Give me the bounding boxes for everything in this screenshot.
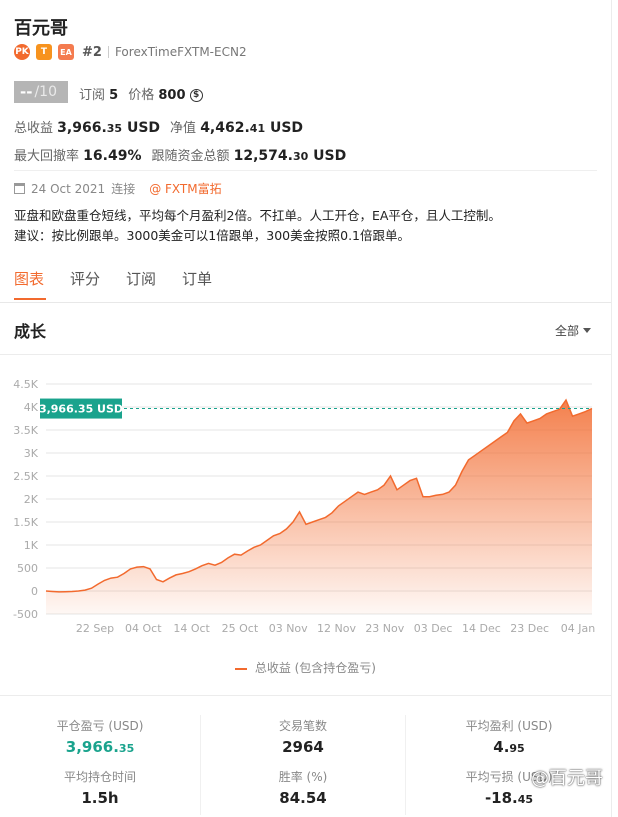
score-value: -- (20, 83, 33, 101)
score-denominator: /10 (34, 84, 57, 100)
connection-row: 24 Oct 2021 连接 @ FXTM富拓 (14, 180, 222, 197)
follow-funds-label: 跟随资金总额 (151, 149, 230, 164)
caret-down-icon (583, 328, 591, 333)
section-title: 成长 (14, 322, 47, 341)
watermark: @百元哥 (531, 768, 603, 789)
x-tick-label: 03 Dec (414, 622, 453, 635)
x-tick-label: 12 Nov (317, 622, 356, 635)
calendar-icon (14, 183, 25, 194)
subscription-price-row: 订阅 5 价格 800 $ (79, 84, 203, 103)
signal-title: 百元哥 (14, 18, 68, 39)
y-tick-label: 3K (24, 447, 39, 460)
divider (14, 170, 597, 171)
x-tick-label: 14 Oct (173, 622, 210, 635)
profit-equity-row: 总收益 3,966.35 USD 净值 4,462.41 USD (14, 117, 303, 136)
x-tick-label: 04 Jan (561, 622, 595, 635)
signal-detail-page: 百元哥 PK T EA #2 ForexTimeFXTM-ECN2 -- /10… (0, 0, 612, 817)
description-line: 亚盘和欧盘重仓短线，平均每个月盈利2倍。不扛单。人工开仓，EA平仓，且人工控制。 (14, 208, 501, 223)
equity-label: 净值 (170, 121, 197, 136)
connection-date: 24 Oct 2021 (31, 181, 106, 196)
series-area (46, 400, 592, 614)
drawdown-funds-row: 最大回撤率 16.49% 跟随资金总额 12,574.30 USD (14, 145, 346, 164)
price-label: 价格 (128, 88, 155, 103)
price-value: 800 (158, 88, 186, 103)
x-tick-label: 04 Oct (125, 622, 162, 635)
connection-label: 连接 (111, 182, 136, 196)
max-drawdown-label: 最大回撤率 (14, 149, 80, 164)
stat-trade-count: 交易笔数 2964 (278, 719, 327, 756)
stat-win-rate: 胜率 (%) 84.54 (278, 770, 328, 807)
coin-icon: $ (189, 89, 203, 102)
stat-avg-holding-time: 平均持仓时间 1.5h (63, 770, 136, 807)
tab-subscribe[interactable]: 订阅 (126, 268, 156, 289)
tab-rating[interactable]: 评分 (70, 268, 100, 289)
y-tick-label: 3.5K (13, 424, 38, 437)
score-badge: -- /10 (14, 81, 68, 103)
stat-avg-profit: 平均盈利 (USD) 4.95 (465, 719, 553, 756)
divider (405, 715, 406, 815)
range-filter-value: 全部 (554, 324, 579, 338)
broker-link[interactable]: @ FXTM富拓 (149, 180, 221, 197)
y-tick-label: 1.5K (13, 516, 38, 529)
x-tick-label: 03 Nov (269, 622, 308, 635)
y-tick-label: 2.5K (13, 470, 38, 483)
max-drawdown-value: 16.49% (83, 148, 142, 164)
growth-chart: -500 0 500 1K 1.5K 2K 2.5K 3K 3.5K 4K 4.5K 22 Sep 04… (13, 378, 595, 635)
total-profit-label: 总收益 (14, 121, 54, 136)
x-tick-label: 23 Dec (510, 622, 549, 635)
pk-badge-icon: PK (14, 44, 30, 60)
x-tick-label: 23 Nov (365, 622, 404, 635)
y-tick-label: 4.5K (13, 378, 38, 391)
equity-value: 4,462.41 USD (200, 120, 304, 136)
divider (0, 302, 611, 303)
tab-orders[interactable]: 订单 (182, 268, 212, 289)
follow-funds-value: 12,574.30 USD (233, 148, 347, 164)
y-tick-label: 0 (31, 585, 38, 598)
y-tick-label: 500 (17, 562, 38, 575)
y-tick-label: 2K (24, 493, 39, 506)
description-line: 建议：按比例跟单。3000美金可以1倍跟单，300美金按照0.1倍跟单。 (14, 228, 411, 243)
active-tab-indicator (14, 298, 46, 300)
server-name: ForexTimeFXTM-ECN2 (114, 45, 247, 59)
badge-row: PK T EA #2 ForexTimeFXTM-ECN2 (14, 44, 247, 60)
stat-closed-pl: 平仓盈亏 (USD) 3,966.35 (56, 719, 144, 756)
signal-description: 亚盘和欧盘重仓短线，平均每个月盈利2倍。不扛单。人工开仓，EA平仓，且人工控制。… (14, 206, 594, 246)
ea-badge-icon: EA (58, 44, 74, 60)
y-tick-label: 1K (24, 539, 39, 552)
x-tick-label: 25 Oct (222, 622, 259, 635)
divider (107, 46, 109, 58)
divider (0, 354, 611, 355)
x-tick-label: 22 Sep (76, 622, 114, 635)
rank-label: #2 (82, 44, 102, 60)
divider (0, 695, 611, 696)
chart-legend[interactable]: 总收益 (包含持仓盈亏) (0, 659, 611, 676)
tab-bar: 图表 评分 订阅 订单 (14, 268, 212, 289)
current-value-label: 3,966.35 USD (39, 403, 123, 416)
y-tick-label: -500 (13, 608, 38, 621)
legend-label: 总收益 (包含持仓盈亏) (254, 661, 376, 675)
x-tick-label: 14 Dec (462, 622, 501, 635)
y-tick-label: 4K (24, 401, 39, 414)
subscriptions-count: 5 (109, 88, 119, 103)
tab-chart[interactable]: 图表 (14, 268, 44, 289)
t-badge-icon: T (36, 44, 52, 60)
range-filter-dropdown[interactable]: 全部 (555, 322, 591, 339)
divider (200, 715, 201, 815)
total-profit-value: 3,966.35 USD (57, 120, 161, 136)
subscriptions-label: 订阅 (79, 88, 106, 103)
legend-swatch (234, 667, 247, 670)
